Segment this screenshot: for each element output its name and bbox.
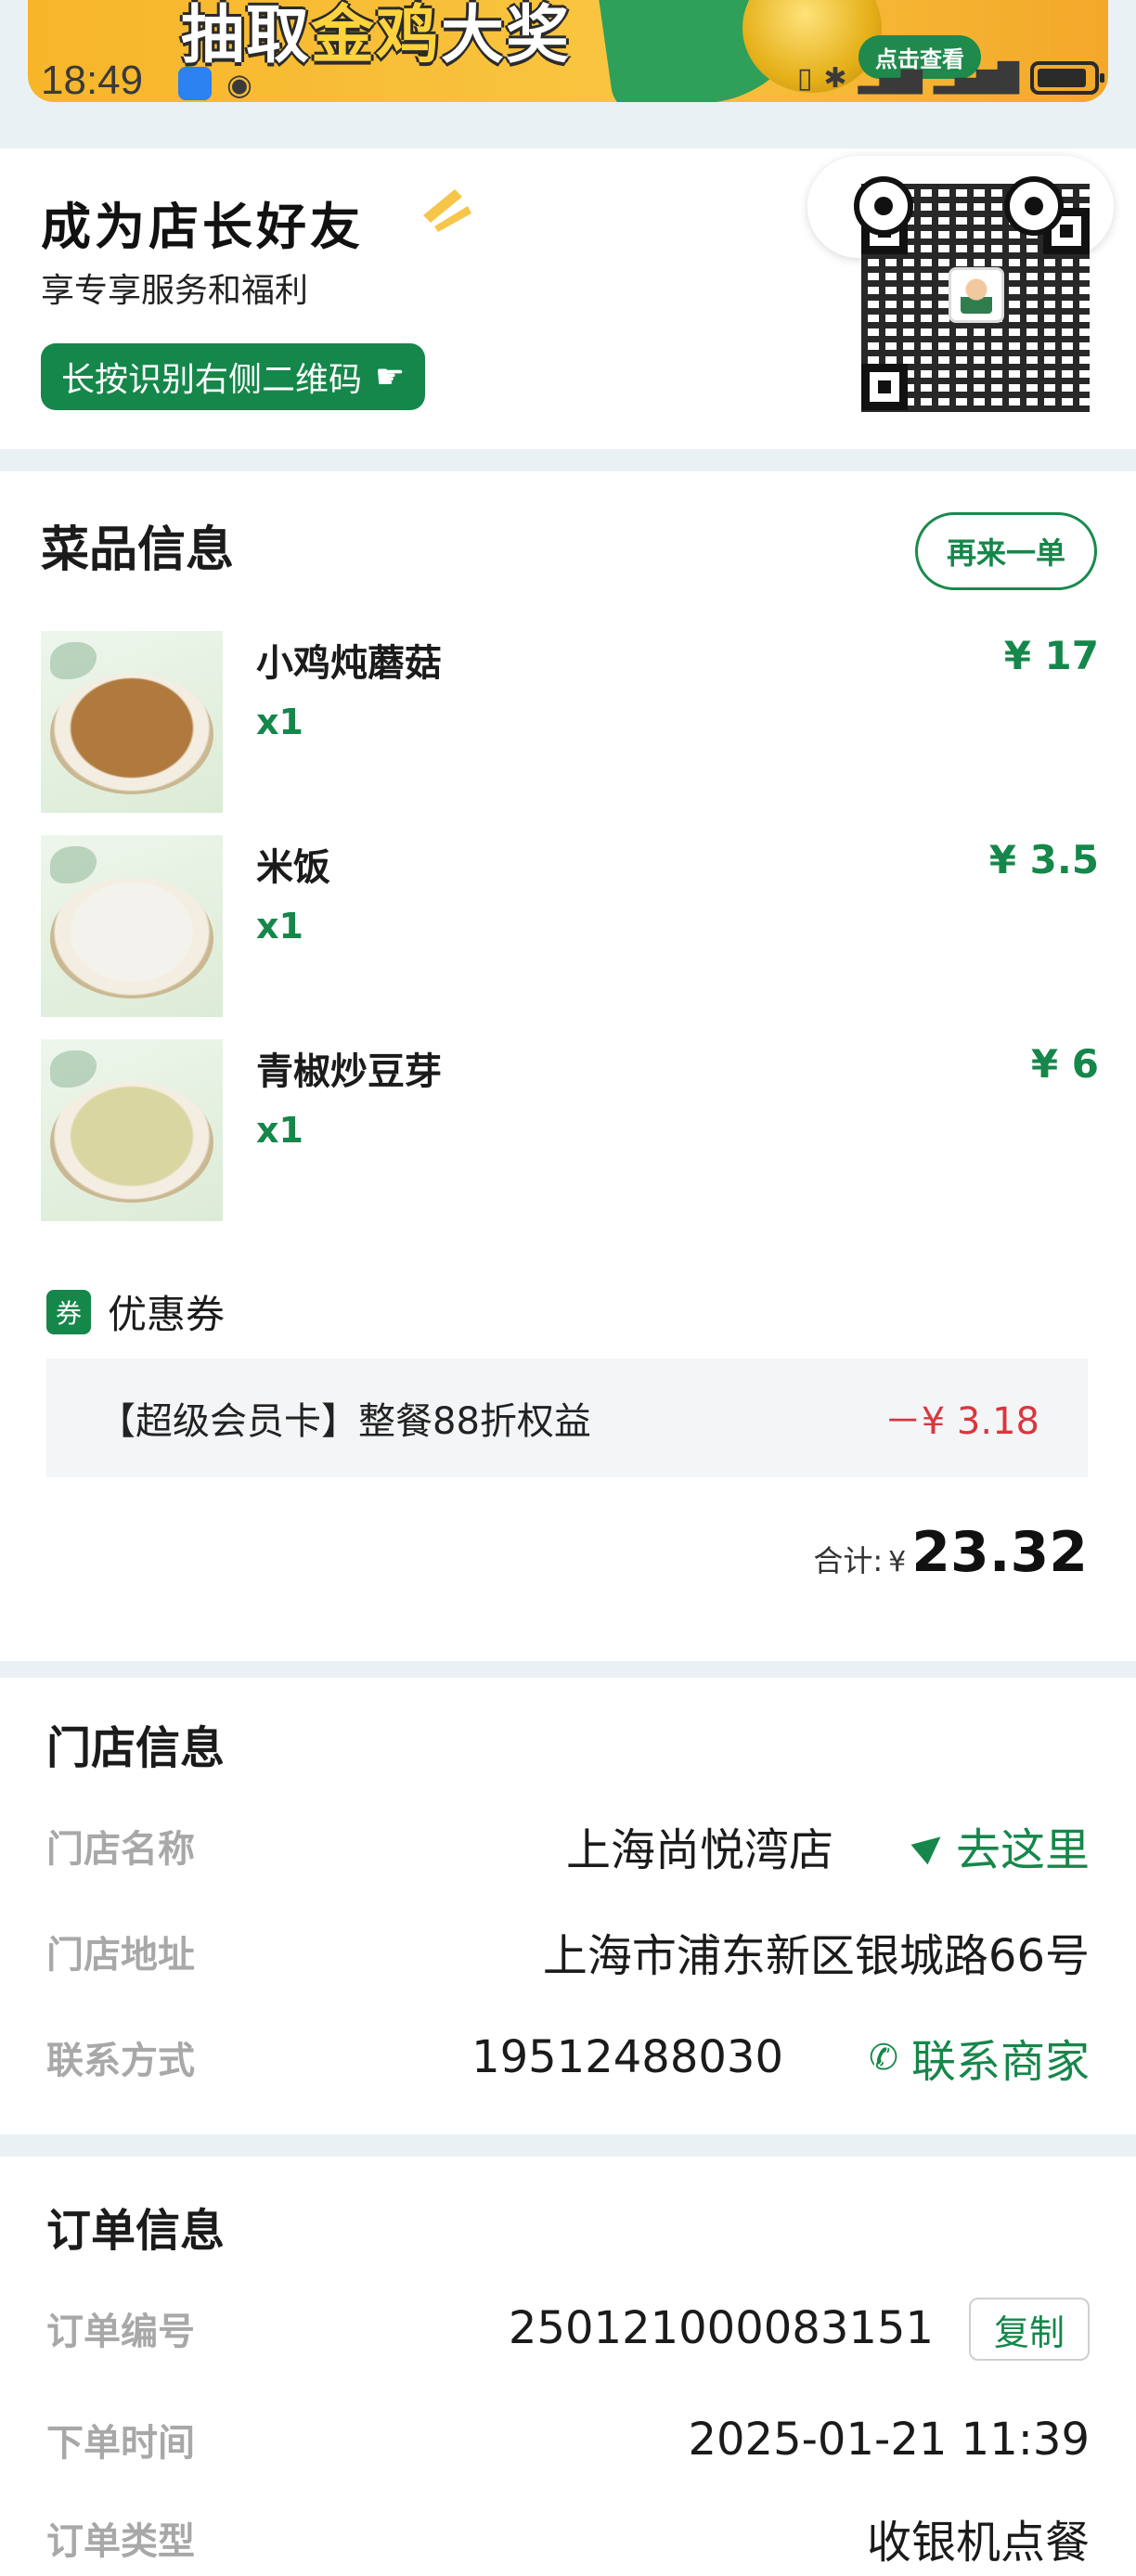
contact-merchant-link[interactable]: ✆ 联系商家: [869, 2025, 1090, 2090]
dish-name: 小鸡炖蘑菇: [256, 642, 442, 685]
dish-price: ¥ 6: [1030, 1041, 1099, 1087]
dish-name: 米饭: [256, 846, 330, 889]
dish-name: 青椒炒豆芽: [256, 1050, 442, 1093]
dish-image: [41, 1039, 223, 1221]
store-name-value: 上海尚悦湾店: [565, 1824, 833, 1876]
navigation-arrow-icon: [910, 1826, 949, 1865]
scan-target-icon: [1004, 176, 1064, 236]
store-name-row: 门店名称 上海尚悦湾店 去这里: [46, 1813, 1090, 1878]
banner-headline: 抽取金鸡大奖: [181, 0, 572, 72]
order-total: 合计: ¥ 23.32: [813, 1520, 1088, 1585]
promo-banner[interactable]: 抽取金鸡大奖 点击查看 18:49 ◉ ▯ ✱ ▂▄▆ ▂▄▆█: [28, 0, 1108, 102]
total-amount: 23.32: [911, 1520, 1088, 1585]
total-label: 合计:: [813, 1543, 884, 1578]
scan-qr-hint-label: 长按识别右侧二维码: [61, 361, 363, 399]
order-time-label: 下单时间: [46, 2422, 195, 2465]
store-contact-row: 联系方式 19512488030 ✆ 联系商家: [46, 2025, 1090, 2090]
dish-image: [41, 631, 223, 813]
pointing-hand-icon: ☛: [375, 357, 406, 396]
order-number-row: 订单编号 250121000083151 复制: [46, 2296, 1090, 2361]
order-section-title: 订单信息: [46, 2205, 226, 2257]
dish-price: ¥ 3.5: [988, 837, 1099, 882]
bluetooth-icon: ✱: [823, 61, 847, 95]
dish-quantity: x1: [256, 702, 303, 742]
battery-icon: [1030, 61, 1104, 95]
order-number-value: 250121000083151: [508, 2302, 934, 2354]
dish-image: [41, 835, 223, 1017]
scan-target-icon: [854, 176, 913, 236]
store-address-value: 上海市浦东新区银城路66号: [542, 1930, 1090, 1982]
order-number-label: 订单编号: [46, 2311, 195, 2353]
store-contact-label: 联系方式: [46, 2040, 195, 2082]
reorder-button[interactable]: 再来一单: [915, 512, 1097, 590]
store-address-label: 门店地址: [46, 1934, 195, 1977]
store-address-row: 门店地址 上海市浦东新区银城路66号: [46, 1919, 1090, 1984]
coupon-row: 【超级会员卡】整餐88折权益 －¥ 3.18: [46, 1359, 1088, 1477]
signal-icon: ▂▄▆█: [933, 61, 1019, 95]
order-detail-page: 抽取金鸡大奖 点击查看 18:49 ◉ ▯ ✱ ▂▄▆ ▂▄▆█ 成为店长好友 …: [0, 0, 1136, 2576]
dish-item: 小鸡炖蘑菇 x1 ¥ 17: [41, 631, 1099, 813]
copy-order-number-button[interactable]: 复制: [969, 2298, 1090, 2361]
qr-finder-pattern: [861, 364, 908, 410]
order-type-value: 收银机点餐: [866, 2517, 1090, 2569]
order-time-value: 2025-01-21 11:39: [688, 2414, 1090, 2466]
navigate-link[interactable]: 去这里: [910, 1813, 1090, 1878]
status-indicators: ▯ ✱ ▂▄▆ ▂▄▆█: [796, 61, 1104, 95]
avatar-icon: [961, 277, 992, 314]
dishes-section: 菜品信息 再来一单 小鸡炖蘑菇 x1 ¥ 17 米饭 x1 ¥ 3.5 青椒炒豆…: [0, 471, 1136, 1661]
order-type-label: 订单类型: [46, 2520, 195, 2563]
sparkle-icon: [423, 189, 471, 232]
eye-icon: ◉: [226, 67, 252, 102]
dish-quantity: x1: [256, 1110, 303, 1151]
qr-avatar: [949, 267, 1004, 323]
status-time: 18:49: [41, 58, 144, 102]
store-manager-friend-card: 成为店长好友 享专享服务和福利 长按识别右侧二维码 ☛: [0, 148, 1136, 449]
order-time-row: 下单时间 2025-01-21 11:39: [46, 2407, 1090, 2472]
friend-card-title: 成为店长好友: [41, 198, 364, 256]
store-info-section: 门店信息 门店名称 上海尚悦湾店 去这里 门店地址 上海市浦东新区银城路66号 …: [0, 1678, 1136, 2134]
weather-app-icon: [178, 67, 212, 100]
coupon-name: 【超级会员卡】整餐88折权益: [98, 1400, 591, 1443]
order-info-section: 订单信息 订单编号 250121000083151 复制 下单时间 2025-0…: [0, 2157, 1136, 2576]
coupon-label: 优惠券: [108, 1292, 226, 1337]
dish-quantity: x1: [256, 906, 303, 947]
order-type-row: 订单类型 收银机点餐: [46, 2505, 1090, 2570]
coupon-discount: －¥ 3.18: [884, 1400, 1039, 1443]
total-currency: ¥: [888, 1546, 907, 1578]
dishes-section-title: 菜品信息: [41, 522, 235, 578]
contact-merchant-label: 联系商家: [910, 2036, 1090, 2088]
signal-icon: ▂▄▆: [858, 61, 923, 95]
nfc-icon: ▯: [796, 61, 813, 95]
coupon-header: 券 优惠券: [46, 1283, 225, 1340]
friend-card-subtitle: 享专享服务和福利: [41, 272, 309, 310]
navigate-label: 去这里: [955, 1824, 1090, 1876]
phone-icon: ✆: [869, 2037, 898, 2078]
dish-price: ¥ 17: [1003, 633, 1099, 678]
dish-item: 青椒炒豆芽 x1 ¥ 6: [41, 1039, 1099, 1221]
store-phone-value: 19512488030: [471, 2031, 783, 2083]
coupon-icon: 券: [46, 1289, 91, 1334]
scan-qr-hint-button[interactable]: 长按识别右侧二维码 ☛: [41, 343, 426, 410]
store-section-title: 门店信息: [46, 1722, 226, 1774]
dish-item: 米饭 x1 ¥ 3.5: [41, 835, 1099, 1017]
store-name-label: 门店名称: [46, 1828, 195, 1871]
